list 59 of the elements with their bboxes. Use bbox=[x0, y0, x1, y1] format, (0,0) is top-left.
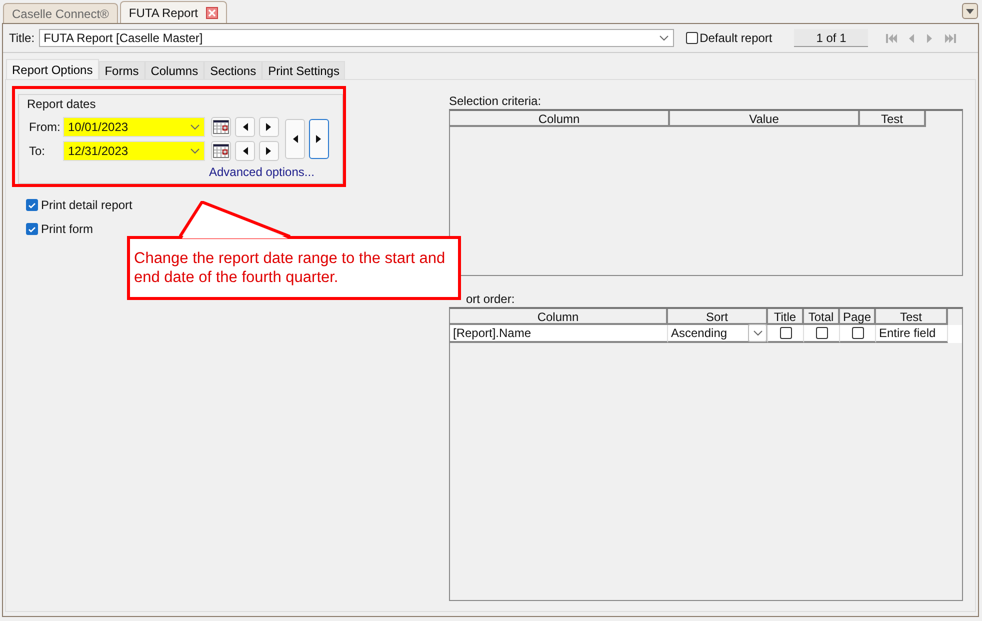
left-triangle-icon bbox=[242, 123, 248, 131]
date-field[interactable]: 10/01/2023 bbox=[63, 117, 205, 137]
section-label: Selection criteria: bbox=[449, 94, 542, 109]
right-triangle-icon bbox=[266, 123, 272, 131]
column-header[interactable]: Title bbox=[768, 309, 804, 325]
tab[interactable]: Sections bbox=[204, 61, 262, 79]
next-button[interactable] bbox=[259, 141, 279, 161]
checkbox-label: Print form bbox=[41, 222, 94, 236]
document-tab[interactable]: Caselle Connect® bbox=[3, 3, 118, 23]
tab[interactable]: Report Options bbox=[6, 59, 99, 79]
tab[interactable]: Forms bbox=[98, 61, 145, 79]
column-header[interactable]: Test bbox=[876, 309, 948, 325]
menu-button[interactable] bbox=[962, 3, 978, 19]
close-icon[interactable] bbox=[206, 6, 218, 18]
callout-text: Change the report date range to the start and end date of the fourth quarter. bbox=[134, 250, 446, 286]
caret-icon bbox=[966, 8, 974, 14]
calendar-button[interactable] bbox=[211, 117, 231, 137]
checkbox[interactable] bbox=[686, 32, 698, 44]
left-triangle-icon bbox=[292, 135, 298, 143]
calendar-button[interactable] bbox=[211, 141, 231, 161]
checkbox-label: Default report bbox=[700, 31, 772, 45]
checkbox[interactable] bbox=[852, 327, 864, 339]
section-label: ort order: bbox=[465, 292, 516, 307]
previous-button[interactable] bbox=[235, 141, 255, 161]
column-header[interactable]: Column bbox=[450, 111, 670, 127]
check-icon bbox=[28, 202, 36, 208]
next-button[interactable] bbox=[259, 117, 279, 137]
checkbox[interactable] bbox=[26, 199, 38, 211]
advanced-options-link[interactable]: Advanced options... bbox=[209, 165, 314, 179]
date-field[interactable]: 12/31/2023 bbox=[63, 141, 205, 161]
document-tab[interactable]: FUTA Report bbox=[120, 1, 228, 23]
group-label: Report dates bbox=[27, 97, 97, 111]
checkbox-label: Print detail report bbox=[41, 198, 132, 212]
table-cell: Entire field bbox=[876, 325, 948, 343]
next-button[interactable] bbox=[309, 119, 329, 159]
previous-button[interactable] bbox=[285, 119, 305, 159]
column-header[interactable]: Sort bbox=[668, 309, 768, 325]
previous-button[interactable] bbox=[235, 117, 255, 137]
checkbox[interactable] bbox=[26, 223, 38, 235]
field-label: To: bbox=[29, 144, 46, 158]
right-triangle-icon bbox=[266, 147, 272, 155]
checkbox[interactable] bbox=[816, 327, 828, 339]
column-header[interactable]: Value bbox=[670, 111, 860, 127]
table-cell: [Report].Name bbox=[450, 325, 668, 343]
checkbox[interactable] bbox=[780, 327, 792, 339]
column-header[interactable]: Column bbox=[450, 309, 668, 325]
column-header[interactable]: Total bbox=[804, 309, 840, 325]
left-triangle-icon bbox=[242, 147, 248, 155]
page-counter: 1 of 1 bbox=[794, 29, 868, 47]
column-header[interactable]: Test bbox=[860, 111, 926, 127]
field-label: From: bbox=[29, 120, 59, 134]
check-icon bbox=[28, 226, 36, 232]
column-header[interactable]: Page bbox=[840, 309, 876, 325]
tab[interactable]: Columns bbox=[144, 61, 204, 79]
sort-dropdown[interactable]: Ascending bbox=[668, 325, 768, 343]
tab[interactable]: Print Settings bbox=[262, 61, 346, 79]
title-dropdown[interactable]: FUTA Report [Caselle Master] bbox=[38, 29, 674, 47]
right-triangle-icon bbox=[316, 135, 322, 143]
field-label: Title: bbox=[9, 31, 35, 45]
